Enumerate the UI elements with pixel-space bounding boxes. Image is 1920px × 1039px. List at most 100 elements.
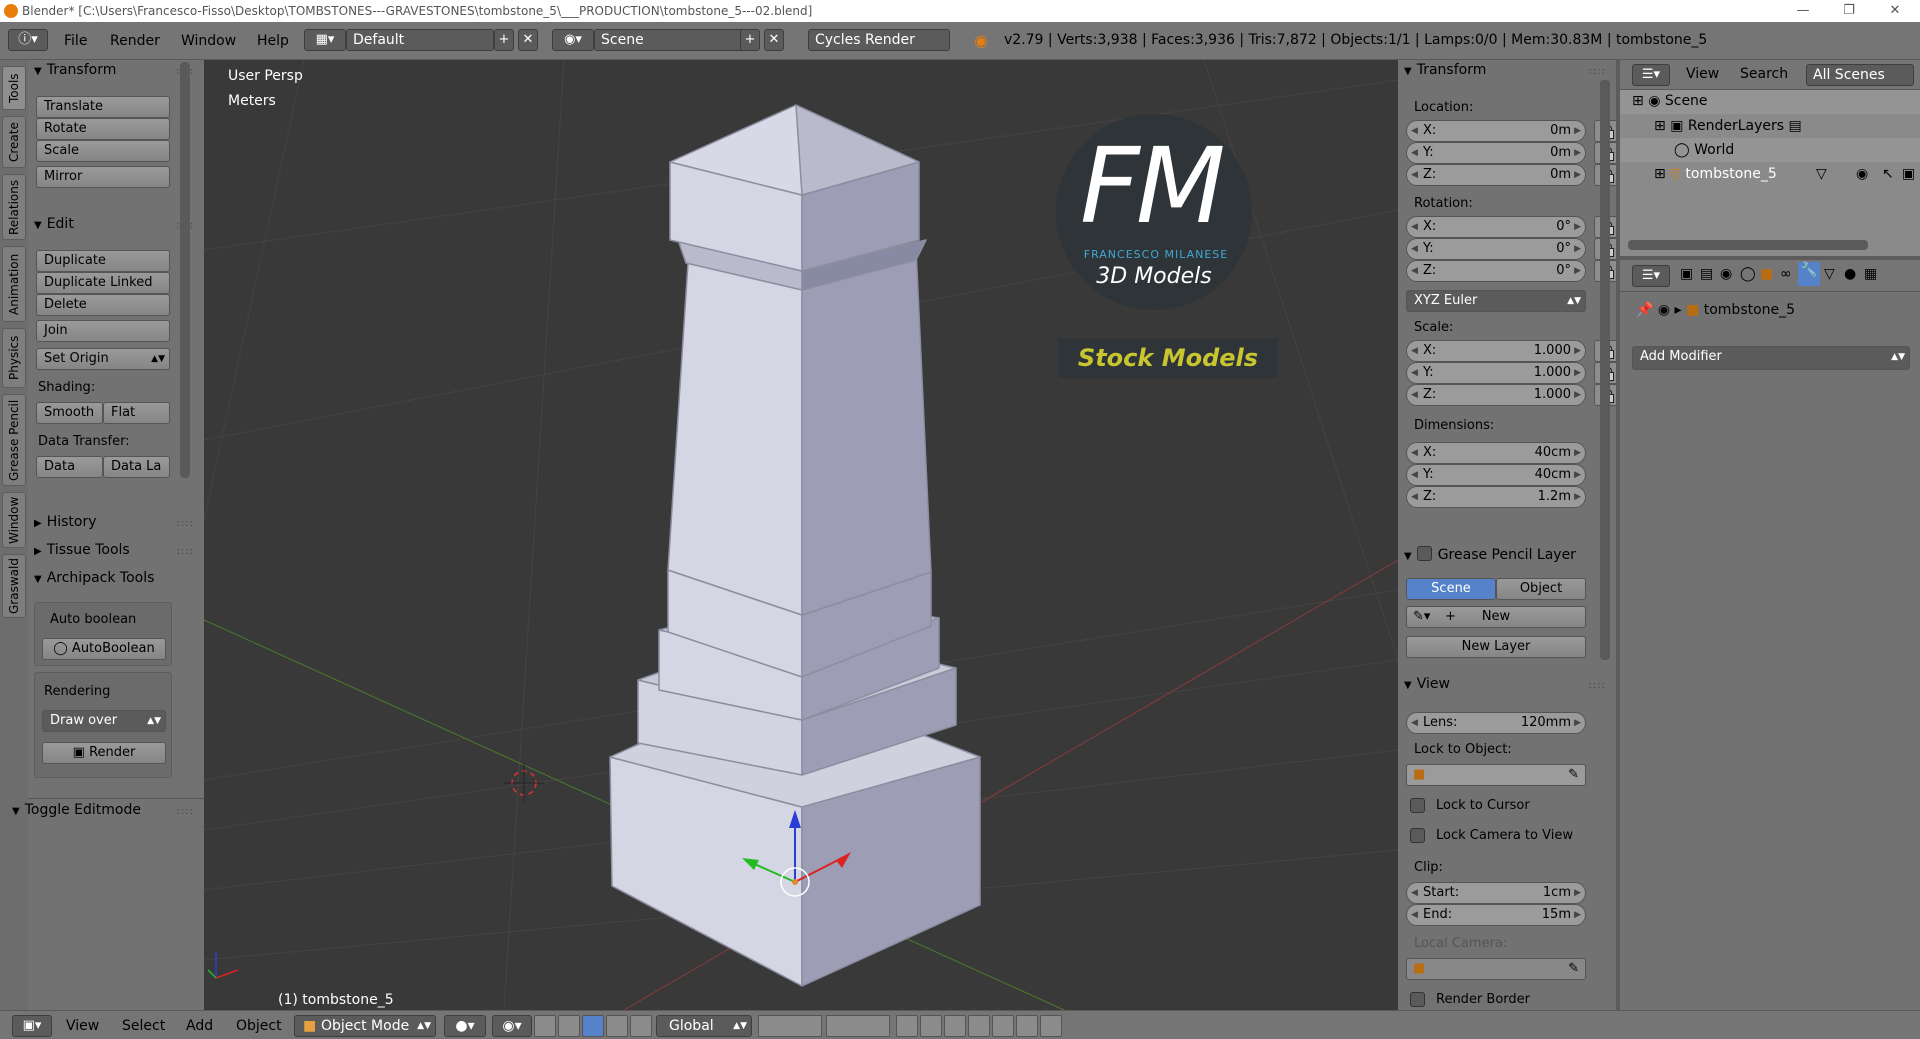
tab-tools[interactable]: Tools: [2, 66, 26, 110]
scale-button[interactable]: Scale: [36, 140, 170, 162]
add-modifier-dropdown[interactable]: Add Modifier ▲▼: [1632, 346, 1910, 370]
proportional-editing-icon[interactable]: [920, 1015, 942, 1037]
shading-smooth-button[interactable]: Smooth: [36, 402, 103, 424]
tissue-tools-panel-header[interactable]: ▶ Tissue Tools: [34, 542, 130, 558]
pivot-point-dropdown[interactable]: ◉▾: [492, 1015, 532, 1037]
grease-pencil-enable-checkbox[interactable]: [1416, 546, 1432, 561]
pin-icon[interactable]: 📌: [1636, 302, 1658, 318]
outliner-item-renderlayers[interactable]: ⊞ ▣ RenderLayers ▤: [1654, 118, 1802, 134]
scale-y-field[interactable]: ◀ Y: 1.000 ▶: [1406, 362, 1586, 384]
menu-window[interactable]: Window: [181, 33, 236, 49]
render-engine-dropdown[interactable]: Cycles Render: [808, 29, 950, 51]
scale-z-field[interactable]: ◀ Z: 1.000 ▶: [1406, 384, 1586, 406]
data-layout-transfer-button[interactable]: Data La: [103, 456, 170, 478]
lock-to-object-field[interactable]: ■ ✎: [1406, 764, 1586, 786]
menu-help[interactable]: Help: [257, 33, 289, 49]
scene-layers-row-1[interactable]: [758, 1015, 822, 1037]
remove-scene-icon[interactable]: ✕: [764, 29, 784, 51]
remove-layout-icon[interactable]: ✕: [518, 29, 538, 51]
translate-button[interactable]: Translate: [36, 96, 170, 118]
outliner-menu-view[interactable]: View: [1686, 66, 1719, 82]
clip-start-field[interactable]: ◀ Start: 1cm ▶: [1406, 882, 1586, 904]
tool-shelf-scrollbar[interactable]: [180, 62, 190, 478]
clip-end-field[interactable]: ◀ End: 15m ▶: [1406, 904, 1586, 926]
outliner-display-filter-dropdown[interactable]: All Scenes: [1806, 64, 1914, 86]
lock-to-cursor-checkbox[interactable]: [1410, 798, 1425, 813]
modifiers-wrench-icon[interactable]: 🔧: [1798, 262, 1820, 286]
panel-grip-icon[interactable]: ::::: [1589, 680, 1606, 691]
3d-cursor-icon[interactable]: [504, 763, 544, 803]
tab-create[interactable]: Create: [2, 116, 26, 168]
menu-render[interactable]: Render: [110, 33, 160, 49]
shading-flat-button[interactable]: Flat: [103, 402, 170, 424]
outliner-editor-type-icon[interactable]: ☰▾: [1632, 64, 1670, 86]
screen-layout-dropdown[interactable]: Default: [346, 29, 494, 51]
scale-manipulator-icon[interactable]: [606, 1015, 628, 1037]
manipulator-toggle-icon[interactable]: [534, 1015, 556, 1037]
render-context-icon[interactable]: ▣: [1680, 266, 1693, 282]
menu-add[interactable]: Add: [186, 1018, 213, 1034]
minimize-icon[interactable]: —: [1780, 0, 1826, 22]
panel-grip-icon[interactable]: ::::: [177, 518, 194, 529]
menu-object[interactable]: Object: [236, 1018, 282, 1034]
auto-boolean-button[interactable]: ◯ AutoBoolean: [42, 638, 166, 660]
rotate-manipulator-icon[interactable]: [582, 1015, 604, 1037]
rotation-x-field[interactable]: ◀ X: 0° ▶: [1406, 216, 1586, 238]
scene-context-icon[interactable]: ◉: [1720, 266, 1732, 282]
transform-panel-header[interactable]: ▼ Transform: [34, 62, 116, 78]
panel-grip-icon[interactable]: ::::: [177, 546, 194, 557]
opengl-render-icon[interactable]: [1016, 1015, 1038, 1037]
renderability-camera-icon[interactable]: ▣: [1902, 166, 1915, 182]
render-button[interactable]: ▣ Render: [42, 742, 166, 764]
history-panel-header[interactable]: ▶ History: [34, 514, 97, 530]
location-z-field[interactable]: ◀ Z: 0m ▶: [1406, 164, 1586, 186]
scene-icon[interactable]: ◉▾: [552, 29, 594, 51]
draw-over-dropdown[interactable]: Draw over ▲▼: [42, 710, 166, 732]
rotation-mode-dropdown[interactable]: XYZ Euler ▲▼: [1406, 290, 1586, 312]
tab-grease-pencil[interactable]: Grease Pencil: [2, 394, 26, 486]
tab-graswald[interactable]: Graswald: [2, 554, 26, 618]
snap-element-icon[interactable]: [968, 1015, 990, 1037]
transform-props-header[interactable]: ▼ Transform: [1404, 62, 1486, 78]
gp-object-toggle[interactable]: Object: [1496, 578, 1586, 600]
restore-icon[interactable]: ❐: [1826, 0, 1872, 22]
outliner-menu-search[interactable]: Search: [1740, 66, 1788, 82]
archipack-panel-header[interactable]: ▼ Archipack Tools: [34, 570, 154, 586]
toggle-editmode-panel[interactable]: ▼ Toggle Editmode ::::: [0, 800, 204, 824]
3d-viewport[interactable]: User Persp Meters (1) tombstone_5 FM FRA…: [204, 60, 1398, 1010]
menu-select[interactable]: Select: [122, 1018, 165, 1034]
rotation-z-field[interactable]: ◀ Z: 0° ▶: [1406, 260, 1586, 282]
tab-animation[interactable]: Animation: [2, 246, 26, 322]
edit-panel-header[interactable]: ▼ Edit: [34, 216, 74, 232]
dimensions-z-field[interactable]: ◀ Z: 1.2m ▶: [1406, 486, 1586, 508]
add-scene-icon[interactable]: +: [740, 29, 760, 51]
lock-camera-checkbox[interactable]: [1410, 828, 1425, 843]
constraints-context-icon[interactable]: ∞: [1780, 266, 1792, 282]
render-border-checkbox[interactable]: [1410, 992, 1425, 1007]
toggle-editmode-header[interactable]: ▼ Toggle Editmode: [12, 802, 141, 818]
outliner-scrollbar[interactable]: [1628, 240, 1868, 250]
lock-camera-layers-icon[interactable]: [896, 1015, 918, 1037]
world-context-icon[interactable]: ◯: [1740, 266, 1756, 282]
scene-layers-row-2[interactable]: [826, 1015, 890, 1037]
view-panel-header[interactable]: ▼ View: [1404, 676, 1450, 692]
object-context-icon[interactable]: ■: [1760, 266, 1773, 282]
eyedropper-icon[interactable]: ✎: [1568, 959, 1579, 979]
expand-icon[interactable]: ⊞: [1654, 118, 1670, 134]
local-camera-field[interactable]: ■ ✎: [1406, 958, 1586, 980]
close-icon[interactable]: ✕: [1872, 0, 1918, 22]
outliner-item-world[interactable]: ◯ World: [1674, 142, 1734, 158]
panel-grip-icon[interactable]: ::::: [177, 806, 194, 817]
join-button[interactable]: Join: [36, 320, 170, 342]
properties-editor-type-icon[interactable]: ☰▾: [1632, 265, 1670, 287]
tab-relations[interactable]: Relations: [2, 174, 26, 240]
transform-orientation-dropdown[interactable]: Global ▲▼: [656, 1015, 752, 1037]
tab-physics[interactable]: Physics: [2, 328, 26, 388]
snap-target-icon[interactable]: [992, 1015, 1014, 1037]
gp-new-button[interactable]: ✎▾ + New: [1406, 606, 1586, 628]
rotation-y-field[interactable]: ◀ Y: 0° ▶: [1406, 238, 1586, 260]
dimensions-x-field[interactable]: ◀ X: 40cm ▶: [1406, 442, 1586, 464]
duplicate-button[interactable]: Duplicate: [36, 250, 170, 272]
delete-button[interactable]: Delete: [36, 294, 170, 316]
visibility-eye-icon[interactable]: ◉: [1856, 166, 1868, 182]
